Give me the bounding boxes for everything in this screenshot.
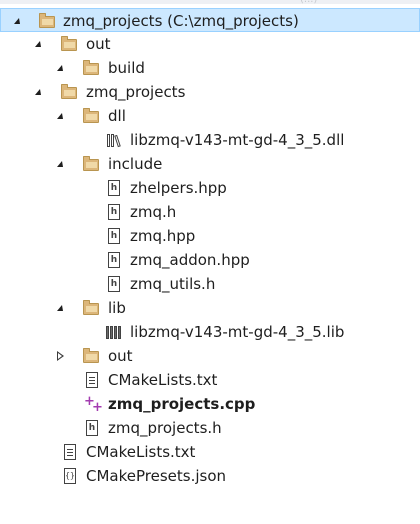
expand-arrow-icon[interactable]: [52, 296, 68, 320]
tree-item-label: lib: [108, 299, 126, 317]
tree-item-label: zmq_projects (C:\zmq_projects): [63, 12, 299, 30]
tree-item-cmakelists-root[interactable]: CMakeLists.txt: [0, 440, 420, 464]
library-icon: [106, 324, 122, 340]
folder-icon: [83, 156, 99, 172]
tree-item-zmq-hpp[interactable]: h zmq.hpp: [0, 224, 420, 248]
tree-item-label: zmq_utils.h: [130, 275, 216, 293]
tree-item-dll-file[interactable]: libzmq-v143-mt-gd-4_3_5.dll: [0, 128, 420, 152]
header-file-icon: h: [106, 204, 122, 220]
folder-icon: [61, 84, 77, 100]
tree-item-label: dll: [108, 107, 126, 125]
tree-item-zmq-h[interactable]: h zmq.h: [0, 200, 420, 224]
expand-arrow-icon[interactable]: [9, 9, 25, 33]
cpp-file-icon: + +: [84, 394, 103, 415]
folder-icon: [39, 13, 55, 29]
tree-item-zmq-projects[interactable]: zmq_projects: [0, 80, 420, 104]
tree-item-label: zhelpers.hpp: [130, 179, 227, 197]
header-file-icon: h: [106, 276, 122, 292]
collapsed-arrow-icon[interactable]: [52, 344, 68, 368]
tree-item-label: zmq_addon.hpp: [130, 251, 250, 269]
expand-arrow-icon[interactable]: [30, 80, 46, 104]
tree-item-zhelpers-hpp[interactable]: h zhelpers.hpp: [0, 176, 420, 200]
faded-header-text: (...): [300, 0, 317, 5]
tree-item-label: libzmq-v143-mt-gd-4_3_5.dll: [130, 131, 345, 149]
tree-item-zmq-projects-cpp[interactable]: + + zmq_projects.cpp: [0, 392, 420, 416]
tree-item-zmq-utils-h[interactable]: h zmq_utils.h: [0, 272, 420, 296]
header-file-icon: h: [106, 180, 122, 196]
tree-item-label: CMakeLists.txt: [86, 443, 196, 461]
tree-item-label: zmq_projects.h: [108, 419, 222, 437]
tree-item-label: zmq_projects: [86, 83, 186, 101]
tree-item-build[interactable]: build: [0, 56, 420, 80]
tree-item-out-collapsed[interactable]: out: [0, 344, 420, 368]
tree-item-root[interactable]: zmq_projects (C:\zmq_projects): [0, 8, 420, 32]
folder-icon: [61, 36, 77, 52]
json-file-icon: {}: [62, 468, 78, 484]
tree-item-include[interactable]: include: [0, 152, 420, 176]
text-file-icon: [84, 372, 100, 388]
expand-arrow-icon[interactable]: [52, 104, 68, 128]
header-file-icon: h: [106, 252, 122, 268]
library-icon: [106, 132, 122, 148]
text-file-icon: [62, 444, 78, 460]
folder-icon: [83, 348, 99, 364]
tree-item-cmakepresets-json[interactable]: {} CMakePresets.json: [0, 464, 420, 488]
header-file-icon: h: [106, 228, 122, 244]
tree-item-lib-file[interactable]: libzmq-v143-mt-gd-4_3_5.lib: [0, 320, 420, 344]
folder-icon: [83, 108, 99, 124]
tree-item-label: zmq_projects.cpp: [108, 395, 256, 413]
folder-icon: [83, 300, 99, 316]
expand-arrow-icon[interactable]: [52, 56, 68, 80]
tree-item-zmq-addon-hpp[interactable]: h zmq_addon.hpp: [0, 248, 420, 272]
tree-item-dll[interactable]: dll: [0, 104, 420, 128]
expand-arrow-icon[interactable]: [30, 32, 46, 56]
header-file-icon: h: [84, 420, 100, 436]
tree-item-label: out: [86, 35, 111, 53]
tree-item-label: zmq.h: [130, 203, 177, 221]
tree-item-label: CMakeLists.txt: [108, 371, 218, 389]
tree-item-cmakelists-inner[interactable]: CMakeLists.txt: [0, 368, 420, 392]
tree-item-out[interactable]: out: [0, 32, 420, 56]
tree-item-zmq-projects-h[interactable]: h zmq_projects.h: [0, 416, 420, 440]
expand-arrow-icon[interactable]: [52, 152, 68, 176]
tree-item-label: CMakePresets.json: [86, 467, 227, 485]
tree-item-label: include: [108, 155, 163, 173]
tree-item-lib[interactable]: lib: [0, 296, 420, 320]
folder-icon: [83, 60, 99, 76]
tree-item-label: libzmq-v143-mt-gd-4_3_5.lib: [130, 323, 345, 341]
tree-item-label: out: [108, 347, 133, 365]
solution-explorer-tree: (...) zmq_projects (C:\zmq_projects) out…: [0, 0, 420, 524]
tree-item-label: build: [108, 59, 145, 77]
tree-item-label: zmq.hpp: [130, 227, 196, 245]
top-strip: (...): [0, 0, 420, 5]
